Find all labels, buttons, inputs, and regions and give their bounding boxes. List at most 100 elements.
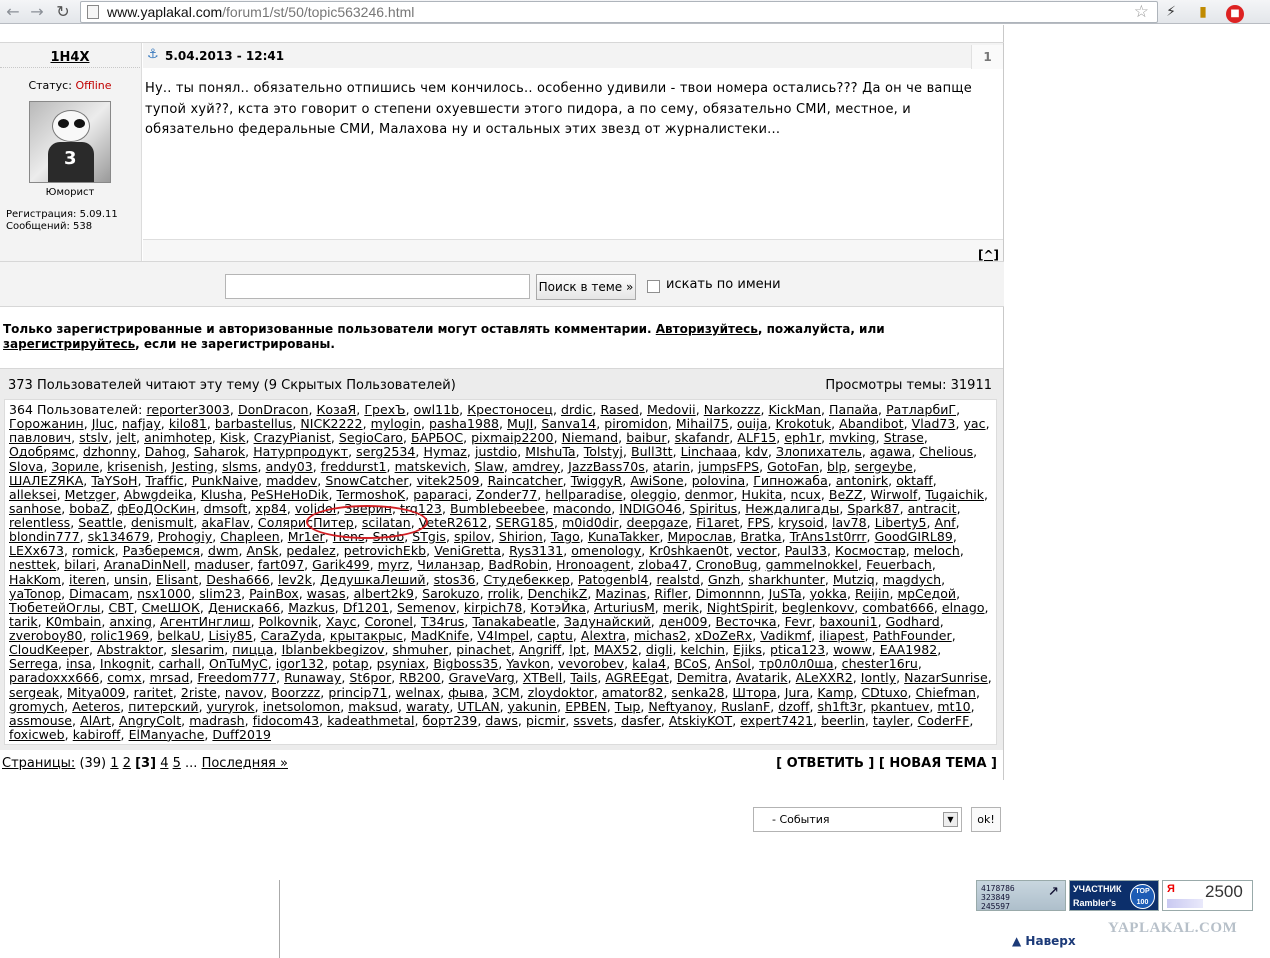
online-user-link[interactable]: Мирослав — [668, 529, 733, 544]
online-user-link[interactable]: dasfer — [621, 713, 661, 728]
online-user-link[interactable]: blondin777 — [9, 529, 80, 544]
online-user-link[interactable]: zloydoktor — [528, 685, 594, 700]
online-user-link[interactable]: skafandr — [675, 430, 730, 445]
online-user-link[interactable]: paparaci — [413, 487, 468, 502]
online-user-link[interactable]: relentless — [9, 515, 70, 530]
online-user-link[interactable]: krisenish — [107, 459, 163, 474]
online-user-link[interactable]: drdic — [561, 402, 592, 417]
online-user-link[interactable]: Mazinas — [595, 586, 646, 601]
online-user-link[interactable]: Fevr — [785, 614, 812, 629]
online-user-link[interactable]: atarin — [653, 459, 690, 474]
online-user-link[interactable]: Paul33 — [785, 543, 827, 558]
online-user-link[interactable]: deepgaze — [627, 515, 689, 530]
online-user-link[interactable]: ALeXXR2 — [796, 670, 853, 685]
online-user-link[interactable]: Raincatcher — [488, 473, 563, 488]
online-user-link[interactable]: merik — [663, 600, 699, 615]
online-user-link[interactable]: Coronel — [365, 614, 413, 629]
online-user-link[interactable]: sh1ft3r — [818, 699, 863, 714]
online-user-link[interactable]: Неждалигады — [745, 501, 839, 516]
register-link[interactable]: зарегистрируйтесь — [3, 337, 135, 351]
online-user-link[interactable]: sk134679 — [88, 529, 150, 544]
online-user-link[interactable]: Wirwolf — [871, 487, 918, 502]
online-user-link[interactable]: Разберемся — [123, 543, 200, 558]
online-user-link[interactable]: Runaway — [284, 670, 341, 685]
online-user-link[interactable]: pixmaip2200 — [471, 430, 553, 445]
online-user-link[interactable]: kadeathmetal — [327, 713, 414, 728]
online-user-link[interactable]: Dimacam — [69, 586, 129, 601]
online-user-link[interactable]: Денискa66 — [208, 600, 280, 615]
anchor-icon[interactable]: ⚓ — [147, 47, 159, 62]
online-user-link[interactable]: Chelious — [919, 444, 973, 459]
online-user-link[interactable]: 2riste — [181, 685, 217, 700]
online-user-link[interactable]: pasha1988 — [429, 416, 499, 431]
events-select[interactable]: - События ▼ — [753, 807, 962, 832]
online-user-link[interactable]: Prohogiy — [158, 529, 213, 544]
online-user-link[interactable]: VeteR2612 — [419, 515, 488, 530]
online-user-link[interactable]: Dahog — [145, 444, 186, 459]
online-user-link[interactable]: Kr0shkaen0t — [649, 543, 728, 558]
online-user-link[interactable]: Rased — [600, 402, 638, 417]
online-user-link[interactable]: Vadikmf — [760, 628, 811, 643]
online-user-link[interactable]: AnSk — [247, 543, 279, 558]
online-user-link[interactable]: Seattle — [78, 515, 123, 530]
online-user-link[interactable]: Задунайский — [564, 614, 651, 629]
online-user-link[interactable]: Одобрямс — [9, 444, 75, 459]
online-user-link[interactable]: CDtuxo — [861, 685, 907, 700]
online-user-link[interactable]: welnax — [396, 685, 441, 700]
online-user-link[interactable]: КотэЙка — [530, 600, 586, 615]
online-user-link[interactable]: igor132 — [276, 656, 324, 671]
online-user-link[interactable]: Anf — [935, 515, 956, 530]
online-user-link[interactable]: nsx1000 — [137, 586, 191, 601]
online-user-link[interactable]: Зориле — [51, 459, 99, 474]
online-user-link[interactable]: psyniax — [377, 656, 426, 671]
online-user-link[interactable]: kelchin — [681, 642, 726, 657]
back-icon[interactable]: ← — [2, 2, 24, 22]
online-user-link[interactable]: Mihail75 — [676, 416, 729, 431]
online-user-link[interactable]: Чиланзар — [417, 557, 480, 572]
online-user-link[interactable]: alleksei — [9, 487, 57, 502]
online-user-link[interactable]: comx — [107, 670, 141, 685]
online-user-link[interactable]: Gnzh — [708, 572, 740, 587]
online-user-link[interactable]: Spiritus — [690, 501, 738, 516]
online-user-link[interactable]: GotoFan — [767, 459, 819, 474]
online-user-link[interactable]: Inkognit — [100, 656, 151, 671]
online-user-link[interactable]: denmor — [685, 487, 734, 502]
online-user-link[interactable]: Polkovnik — [259, 614, 318, 629]
online-user-link[interactable]: PunkNaive — [192, 473, 258, 488]
online-user-link[interactable]: Rifler — [654, 586, 687, 601]
online-user-link[interactable]: waraty — [406, 699, 449, 714]
online-user-link[interactable]: stslv — [79, 430, 108, 445]
online-user-link[interactable]: Avatarik — [736, 670, 788, 685]
online-user-link[interactable]: Fi1aret — [696, 515, 739, 530]
online-user-link[interactable]: vector — [737, 543, 777, 558]
online-user-link[interactable]: Patogenbl4 — [578, 572, 649, 587]
online-user-link[interactable]: amdrey — [512, 459, 560, 474]
online-user-link[interactable]: Niemand — [562, 430, 619, 445]
online-user-link[interactable]: ALF15 — [737, 430, 776, 445]
online-user-link[interactable]: TermoshoK — [337, 487, 406, 502]
online-user-link[interactable]: daws — [485, 713, 518, 728]
online-user-link[interactable]: combat666 — [862, 600, 934, 615]
online-user-link[interactable]: wasas — [307, 586, 346, 601]
online-user-link[interactable]: Штора — [733, 685, 777, 700]
online-user-link[interactable]: VeniGretta — [434, 543, 501, 558]
online-user-link[interactable]: dwm — [208, 543, 239, 558]
online-user-link[interactable]: oktaff — [896, 473, 933, 488]
online-user-link[interactable]: CronoBug — [696, 557, 758, 572]
online-user-link[interactable]: slim23 — [199, 586, 241, 601]
online-user-link[interactable]: foxicweb — [9, 727, 65, 742]
online-user-link[interactable]: blp — [827, 459, 847, 474]
online-user-link[interactable]: Narkozzz — [704, 402, 761, 417]
online-user-link[interactable]: мрСедой — [898, 586, 957, 601]
online-user-link[interactable]: Serrega — [9, 656, 58, 671]
online-user-link[interactable]: AGREEgat — [605, 670, 668, 685]
online-user-link[interactable]: ГрехЪ — [364, 402, 405, 417]
online-user-link[interactable]: Tugaichik — [925, 487, 984, 502]
online-user-link[interactable]: xp84 — [255, 501, 286, 516]
online-user-link[interactable]: oleggio — [630, 487, 676, 502]
online-user-link[interactable]: gromych — [9, 699, 64, 714]
online-user-link[interactable]: Bratka — [740, 529, 781, 544]
back-to-top-link[interactable]: ▲ Наверх — [1012, 934, 1076, 948]
online-user-link[interactable]: RB200 — [399, 670, 440, 685]
online-user-link[interactable]: Slaw — [475, 459, 505, 474]
